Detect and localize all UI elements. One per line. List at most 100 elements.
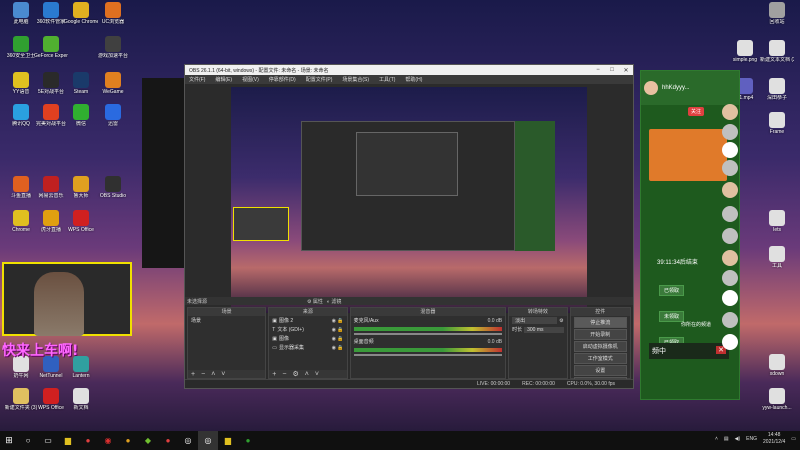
- stop-streaming-button[interactable]: 停止推流: [573, 317, 627, 328]
- remove-icon[interactable]: −: [201, 371, 205, 378]
- desktop-icon[interactable]: 工具: [760, 246, 794, 269]
- desktop-icon[interactable]: GeForce Experience: [34, 36, 68, 59]
- avatar[interactable]: [722, 228, 738, 244]
- desktop-icon[interactable]: 斗鱼直播: [4, 176, 38, 199]
- desktop-icon[interactable]: 新建文本文档 (2): [760, 40, 794, 63]
- menu-scene-collection[interactable]: 场景集合(S): [342, 76, 369, 83]
- properties-button[interactable]: ⚙ 属性: [307, 298, 323, 305]
- avatar[interactable]: [722, 124, 738, 140]
- avatar[interactable]: [722, 182, 738, 198]
- menu-file[interactable]: 文件(F): [189, 76, 205, 83]
- duration-field[interactable]: 时长 300 ms: [509, 325, 566, 334]
- avatar[interactable]: [722, 290, 738, 306]
- eye-icon[interactable]: ◉ 🔒: [332, 318, 344, 324]
- desktop-icon[interactable]: 微信: [64, 104, 98, 127]
- gift-banner[interactable]: [649, 129, 727, 181]
- source-item[interactable]: ▭ 显示器采集 ◉ 🔒: [269, 343, 346, 352]
- menu-view[interactable]: 视图(V): [242, 76, 259, 83]
- settings-button[interactable]: 设置: [573, 365, 627, 376]
- desktop-icon[interactable]: WeGame: [96, 72, 130, 95]
- volume-slider[interactable]: [353, 333, 503, 335]
- desktop-icon[interactable]: Frame: [760, 112, 794, 135]
- menu-help[interactable]: 帮助(H): [405, 76, 422, 83]
- move-down-icon[interactable]: ˅: [315, 371, 319, 378]
- move-down-icon[interactable]: ˅: [221, 371, 225, 378]
- desktop-icon[interactable]: xdown: [760, 354, 794, 377]
- clock[interactable]: 14:48 2021/12/4: [763, 432, 785, 446]
- avatar[interactable]: [722, 270, 738, 286]
- gear-icon[interactable]: ⚙: [559, 318, 563, 324]
- channel-tab[interactable]: 你所在的频道: [681, 321, 711, 328]
- obs-active-icon[interactable]: ◎: [198, 431, 218, 450]
- minimize-icon[interactable]: −: [591, 67, 605, 73]
- maximize-icon[interactable]: □: [605, 67, 619, 73]
- obs-icon[interactable]: ◎: [178, 431, 198, 450]
- scene-item[interactable]: 场景: [188, 316, 265, 325]
- windows-start-icon[interactable]: ⊞: [0, 435, 18, 446]
- avatar[interactable]: [722, 312, 738, 328]
- add-icon[interactable]: +: [272, 371, 276, 378]
- gear-icon[interactable]: ⚙: [292, 370, 298, 378]
- source-item[interactable]: ▣ 图像 2 ◉ 🔒: [269, 316, 346, 325]
- desktop-icon[interactable]: 腾讯QQ: [4, 104, 38, 127]
- desktop-icon[interactable]: YY语音: [4, 72, 38, 95]
- chrome-icon[interactable]: ●: [78, 431, 98, 450]
- avatar[interactable]: [722, 142, 738, 158]
- search-icon[interactable]: ○: [18, 431, 38, 450]
- desktop-icon[interactable]: WPS Office: [64, 210, 98, 233]
- desktop-icon[interactable]: simple.png: [728, 40, 762, 63]
- start-recording-button[interactable]: 开始录制: [573, 329, 627, 340]
- language-indicator[interactable]: ENG: [746, 436, 757, 442]
- file-explorer-icon[interactable]: ▆: [58, 431, 78, 450]
- task-view-icon[interactable]: ▭: [38, 431, 58, 450]
- source-item[interactable]: ▣ 图像 ◉ 🔒: [269, 334, 346, 343]
- qq-icon[interactable]: ●: [118, 431, 138, 450]
- menu-tools[interactable]: 工具(T): [379, 76, 395, 83]
- nvidia-icon[interactable]: ◆: [138, 431, 158, 450]
- wechat-icon[interactable]: ●: [238, 431, 258, 450]
- desktop-icon[interactable]: 5E对战平台: [34, 72, 68, 95]
- menu-profile[interactable]: 配置文件(P): [306, 76, 333, 83]
- desktop-icon[interactable]: UC浏览器: [96, 2, 130, 25]
- follow-button[interactable]: 关注: [688, 107, 705, 116]
- avatar[interactable]: [722, 160, 738, 176]
- studio-mode-button[interactable]: 工作室模式: [573, 353, 627, 364]
- desktop-icon[interactable]: 此电脑: [4, 2, 38, 25]
- desktop-icon[interactable]: 迅雷: [96, 104, 130, 127]
- desktop-icon[interactable]: Chrome: [4, 210, 38, 233]
- desktop-icon[interactable]: Steam: [64, 72, 98, 95]
- tray-arrow-icon[interactable]: ˄: [715, 436, 718, 442]
- chat-bubble-icon[interactable]: [722, 334, 738, 350]
- obs-titlebar[interactable]: OBS 26.1.1 (64-bit, windows) - 配置文件: 未命名…: [185, 65, 633, 75]
- network-icon[interactable]: ▤: [724, 436, 729, 442]
- avatar[interactable]: [644, 81, 658, 95]
- volume-icon[interactable]: ◀): [735, 436, 741, 442]
- desktop-icon[interactable]: Google Chrome: [64, 2, 98, 25]
- desktop-icon[interactable]: OBS Studio: [96, 176, 130, 199]
- avatar[interactable]: [722, 206, 738, 222]
- obs-window[interactable]: OBS 26.1.1 (64-bit, windows) - 配置文件: 未命名…: [184, 64, 634, 389]
- move-up-icon[interactable]: ˄: [305, 371, 309, 378]
- volume-slider[interactable]: [353, 354, 503, 356]
- source-item[interactable]: T 文本 (GDI+) ◉ 🔒: [269, 325, 346, 334]
- desktop-icon[interactable]: 深田恭子: [760, 78, 794, 101]
- notification-icon[interactable]: ▭: [791, 436, 796, 442]
- desktop-icon[interactable]: 完美对战平台: [34, 104, 68, 127]
- virtual-camera-button[interactable]: 启动虚拟摄像机: [573, 341, 627, 352]
- desktop-icon[interactable]: yyw-launch...: [760, 388, 794, 411]
- reward-chip-claimed[interactable]: 已领取: [659, 285, 685, 296]
- transition-select[interactable]: 淡出 ⚙: [509, 316, 566, 325]
- desktop-icon[interactable]: 360软件管家: [34, 2, 68, 25]
- desktop-icon[interactable]: 新文档: [64, 388, 98, 411]
- desktop-icon[interactable]: WPS Office: [34, 388, 68, 411]
- avatar[interactable]: [722, 250, 738, 266]
- obs-preview[interactable]: [231, 87, 587, 313]
- netease-music-icon[interactable]: ◉: [98, 431, 118, 450]
- avatar[interactable]: [722, 104, 738, 120]
- desktop-icon[interactable]: 虎牙直播: [34, 210, 68, 233]
- desktop-icon[interactable]: 鲁大师: [64, 176, 98, 199]
- folder-icon[interactable]: ▆: [218, 431, 238, 450]
- menu-docks[interactable]: 停靠部件(D): [269, 76, 296, 83]
- desktop-icon[interactable]: 360安全卫士: [4, 36, 38, 59]
- menu-edit[interactable]: 编辑(E): [215, 76, 232, 83]
